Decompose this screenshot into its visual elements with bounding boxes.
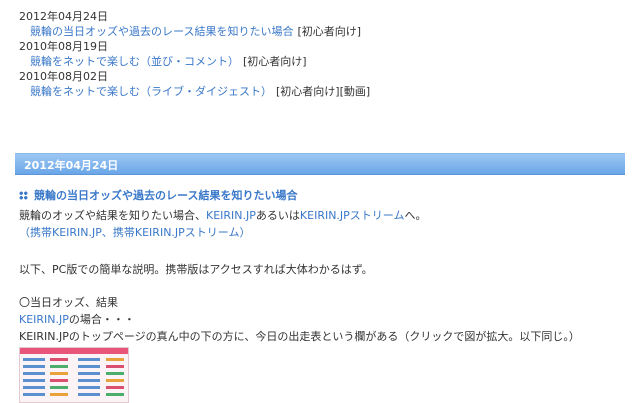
recent-post-link[interactable]: 競輪の当日オッズや過去のレース結果を知りたい場合 [30,25,293,38]
article-title-text: 競輪の当日オッズや過去のレース結果を知りたい場合 [34,189,298,202]
thumbnail-cell [50,358,68,361]
thumbnail-cell [50,365,68,368]
recent-post-tags: [初心者向け] [243,55,307,68]
thumbnail-cell [23,386,45,389]
thumbnail-cell [50,393,68,396]
thumbnail-cell [50,372,68,375]
recent-post-date: 2010年08月19日 [19,40,108,53]
recent-post-item: 競輪をネットで楽しむ（ライブ・ダイジェスト） [初心者向け][動画] [19,84,619,99]
text: あるいは [255,209,300,222]
article-date: 2012年04月24日 [24,159,119,172]
article-paragraph: 競輪のオッズや結果を知りたい場合、KEIRIN.JPあるいはKEIRIN.JPス… [19,208,625,223]
article-paragraph: KEIRIN.JPのトップページの真ん中の下の方に、今日の出走表という欄がある（… [19,330,580,343]
text: の場合・・・ [68,313,135,326]
thumbnail-cell [106,379,124,382]
text: 競輪のオッズや結果を知りたい場合、 [19,209,206,222]
thumbnail-cell [23,393,45,396]
thumbnail-cell [23,365,45,368]
recent-post-link[interactable]: 競輪をネットで楽しむ（ライブ・ダイジェスト） [30,85,272,98]
recent-post-tags: [初心者向け] [297,25,362,38]
bullet-icon [19,191,28,200]
recent-posts-list: 2012年04月24日 競輪の当日オッズや過去のレース結果を知りたい場合 [初心者… [19,9,619,99]
thumbnail-cell [23,379,45,382]
thumbnail-cell [23,358,45,361]
mobile-links[interactable]: （携帯KEIRIN.JP、携帯KEIRIN.JPストリーム） [19,225,625,240]
thumbnail-cell [106,365,124,368]
thumbnail-cell [78,379,100,382]
recent-post-link[interactable]: 競輪をネットで楽しむ（並び・コメント） [30,55,239,68]
thumbnail-cell [78,386,100,389]
text: へ。 [404,209,427,222]
thumbnail-cell [78,358,100,361]
thumbnail-cell [106,358,124,361]
thumbnail-cell [78,393,100,396]
article-date-bar: 2012年04月24日 [15,153,625,175]
recent-post-date: 2012年04月24日 [19,10,108,23]
thumbnail-cell [78,372,100,375]
thumbnail-header [20,348,128,354]
keirin-jp-stream-link[interactable]: KEIRIN.JPストリーム [300,209,405,222]
thumbnail-cell [23,372,45,375]
recent-post-item: 競輪の当日オッズや過去のレース結果を知りたい場合 [初心者向け] [19,24,619,39]
thumbnail-cell [50,386,68,389]
thumbnail-cell [78,365,100,368]
section-heading: 〇当日オッズ、結果 [19,296,118,309]
recent-post-date: 2010年08月02日 [19,70,108,83]
recent-post-tags: [初心者向け][動画] [276,85,371,98]
article-paragraph: 以下、PC版での簡単な説明。携帯版はアクセスすれば大体わかるはず。 [19,263,373,276]
thumbnail-cell [50,379,68,382]
thumbnail-cell [106,386,124,389]
article-title[interactable]: 競輪の当日オッズや過去のレース結果を知りたい場合 [19,187,297,203]
thumbnail-cell [106,393,124,396]
recent-post-item: 競輪をネットで楽しむ（並び・コメント） [初心者向け] [19,54,619,69]
thumbnail-cell [106,372,124,375]
article-paragraph: KEIRIN.JPの場合・・・ [19,312,625,327]
keirin-jp-link[interactable]: KEIRIN.JP [19,313,69,326]
keirin-jp-link[interactable]: KEIRIN.JP [206,209,256,222]
screenshot-thumbnail[interactable] [19,347,129,403]
